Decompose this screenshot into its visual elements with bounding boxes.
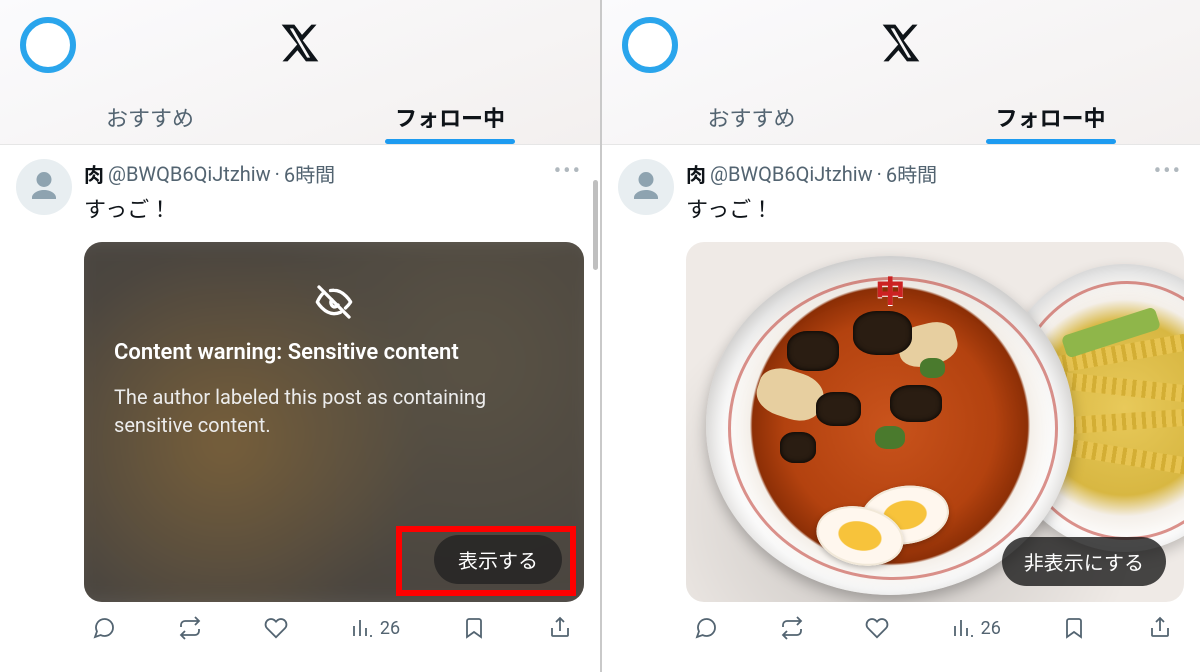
post-avatar[interactable] <box>16 159 72 215</box>
feed: 肉 @BWQB6QiJtzhiw · 6時間 すっご！ ••• <box>0 144 600 672</box>
show-content-label: 表示する <box>458 549 538 573</box>
hide-content-button[interactable]: 非表示にする <box>1002 537 1166 586</box>
timeline-tabs: おすすめ フォロー中 <box>602 90 1200 144</box>
post-media-sensitive: Content warning: Sensitive content The a… <box>84 242 584 602</box>
post-author-name[interactable]: 肉 <box>84 159 104 188</box>
post-text: すっご！ <box>84 192 584 224</box>
post-author-name[interactable]: 肉 <box>686 159 706 188</box>
views-button[interactable]: 26 <box>350 616 400 640</box>
post-actions: 26 <box>602 602 1200 644</box>
share-button[interactable] <box>548 616 572 640</box>
bowl-logo-text: 中 <box>875 267 905 311</box>
show-content-button[interactable]: 表示する <box>434 535 562 584</box>
post-more-icon[interactable]: ••• <box>554 159 582 184</box>
reply-button[interactable] <box>92 616 116 640</box>
post-body: 肉 @BWQB6QiJtzhiw · 6時間 すっご！ <box>84 159 584 224</box>
post[interactable]: 肉 @BWQB6QiJtzhiw · 6時間 すっご！ ••• <box>602 145 1200 230</box>
share-button[interactable] <box>1148 616 1172 640</box>
warning-description: The author labeled this post as containi… <box>114 383 554 439</box>
feed: 肉 @BWQB6QiJtzhiw · 6時間 すっご！ ••• 中 <box>602 144 1200 672</box>
x-logo-icon[interactable] <box>879 21 923 69</box>
post-author-handle[interactable]: @BWQB6QiJtzhiw <box>710 162 873 186</box>
tab-recommend[interactable]: おすすめ <box>602 90 901 144</box>
post-dot: · <box>275 162 280 186</box>
reply-button[interactable] <box>694 616 718 640</box>
like-button[interactable] <box>264 616 288 640</box>
post-avatar[interactable] <box>618 159 674 215</box>
screenshot-before: おすすめ フォロー中 肉 @BWQB6QiJtzhiw · 6時間 すっご！ •… <box>0 0 600 672</box>
post-text: すっご！ <box>686 192 1184 224</box>
post-more-icon[interactable]: ••• <box>1154 159 1182 184</box>
post-media-revealed[interactable]: 中 非表示にする <box>686 242 1184 602</box>
post-actions: 26 <box>0 602 600 644</box>
post-body: 肉 @BWQB6QiJtzhiw · 6時間 すっご！ <box>686 159 1184 224</box>
post-dot: · <box>877 162 882 186</box>
tab-following[interactable]: フォロー中 <box>901 90 1200 144</box>
eye-off-icon <box>314 282 354 326</box>
warning-title: Content warning: Sensitive content <box>114 340 554 365</box>
post-time[interactable]: 6時間 <box>886 159 937 188</box>
timeline-tabs: おすすめ フォロー中 <box>0 90 600 144</box>
tab-following-label: フォロー中 <box>395 101 505 133</box>
tab-following-label: フォロー中 <box>995 101 1105 133</box>
post[interactable]: 肉 @BWQB6QiJtzhiw · 6時間 すっご！ ••• <box>0 145 600 230</box>
bookmark-button[interactable] <box>1062 616 1086 640</box>
top-bar <box>602 0 1200 90</box>
screenshot-after: おすすめ フォロー中 肉 @BWQB6QiJtzhiw · 6時間 すっご！ •… <box>600 0 1200 672</box>
repost-button[interactable] <box>780 616 804 640</box>
like-button[interactable] <box>865 616 889 640</box>
x-logo-icon[interactable] <box>278 21 322 69</box>
scrollbar-thumb[interactable] <box>593 180 598 270</box>
top-bar <box>0 0 600 90</box>
tab-recommend-label: おすすめ <box>707 101 795 133</box>
views-count: 26 <box>981 618 1001 639</box>
tab-recommend[interactable]: おすすめ <box>0 90 300 144</box>
post-author-handle[interactable]: @BWQB6QiJtzhiw <box>108 162 271 186</box>
profile-avatar-ring[interactable] <box>622 17 678 73</box>
bookmark-button[interactable] <box>462 616 486 640</box>
tab-recommend-label: おすすめ <box>106 101 194 133</box>
hide-content-label: 非表示にする <box>1024 551 1144 575</box>
post-time[interactable]: 6時間 <box>284 159 335 188</box>
repost-button[interactable] <box>178 616 202 640</box>
tab-following[interactable]: フォロー中 <box>300 90 600 144</box>
views-count: 26 <box>380 618 400 639</box>
views-button[interactable]: 26 <box>951 616 1001 640</box>
profile-avatar-ring[interactable] <box>20 17 76 73</box>
post-header: 肉 @BWQB6QiJtzhiw · 6時間 <box>686 159 1184 188</box>
post-header: 肉 @BWQB6QiJtzhiw · 6時間 <box>84 159 584 188</box>
